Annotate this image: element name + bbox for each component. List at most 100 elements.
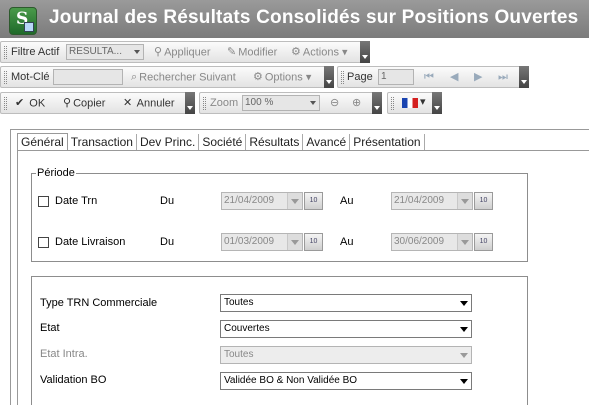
copy-button[interactable]: ⚲ Copier [63,96,105,111]
date-value: 30/06/2009 [394,236,445,247]
chevron-down-icon[interactable] [287,234,302,250]
state-select[interactable]: Couvertes [220,320,472,338]
close-icon: ✕ [123,97,133,109]
to-label: Au [340,236,354,248]
title-bar: S Journal des Résultats Consolidés sur P… [0,0,589,38]
tab-strip: Général Transaction Dev Princ. Société Résul… [17,133,425,151]
toolbar-grip[interactable] [341,71,344,84]
active-filter-value: RESULTA... [69,46,122,57]
intra-state-select: Toutes [220,346,472,364]
checkmark-icon: ✔ [15,97,25,109]
zoom-combo[interactable]: 100 % [242,95,320,111]
delivery-date-from-picker[interactable]: 01/03/2009 [221,233,303,251]
next-page-icon[interactable]: ▶ [474,70,482,85]
previous-page-icon[interactable]: ◀ [450,70,458,85]
zoom-value: 100 % [245,97,274,108]
delivery-date-checkbox[interactable] [38,237,49,248]
copy-filter-icon: ⚲ [63,97,72,109]
tab-presentation[interactable]: Présentation [350,134,425,151]
chevron-down-icon [457,347,471,363]
criteria-panel: Général Transaction Dev Princ. Société Résul… [10,129,589,405]
date-trn-from-picker[interactable]: 21/04/2009 [221,192,303,210]
toolbar-grip[interactable] [4,97,7,110]
page-label: Page [347,71,373,83]
last-page-icon[interactable]: ⏭ [498,70,508,85]
bo-validation-label: Validation BO [40,374,107,386]
toolbar-grip[interactable] [4,71,7,84]
page-number-input[interactable]: 1 [378,69,414,85]
trade-type-label: Type TRN Commerciale [40,297,158,309]
chevron-down-icon[interactable] [287,193,302,209]
toolbar-grip[interactable] [4,46,7,59]
calendar-icon[interactable]: 10 [474,233,493,251]
chevron-down-icon[interactable] [457,234,472,250]
tab-main-currency[interactable]: Dev Princ. [137,134,200,151]
actions-menu-button[interactable]: ⚙ Actions ▾ [291,45,348,60]
period-legend: Période [37,167,75,179]
chevron-down-icon[interactable] [457,295,471,311]
date-trn-label: Date Trn [55,195,98,207]
toolbar-overflow-button[interactable] [324,66,334,88]
french-flag-icon[interactable] [402,98,418,108]
search-next-button[interactable]: ⌕ Rechercher Suivant [131,70,236,85]
date-value: 01/03/2009 [224,236,275,247]
first-page-icon[interactable]: ⏮ [424,70,434,85]
date-trn-to-picker[interactable]: 21/04/2009 [391,192,473,210]
toolbar-overflow-button[interactable] [519,66,529,88]
chevron-down-icon[interactable] [131,45,143,59]
chevron-down-icon[interactable] [307,96,319,110]
search-toolbar: Mot-Clé ⌕ Rechercher Suivant ⚙ Options ▾ [0,66,334,88]
paging-toolbar: Page 1 ⏮ ◀ ▶ ⏭ [337,66,529,88]
filter-toolbar: Filtre Actif RESULTA... ⚲ Appliquer ✎ Modi… [0,41,370,63]
zoom-in-icon[interactable]: ⊕ [352,96,361,111]
to-label: Au [340,195,354,207]
chevron-down-icon[interactable] [457,193,472,209]
date-value: 21/04/2009 [394,195,445,206]
toolbar-overflow-button[interactable] [432,92,442,114]
zoom-toolbar: Zoom 100 % ⊖ ⊕ [199,92,382,114]
from-label: Du [160,195,175,207]
binoculars-icon: ⌕ [131,71,138,83]
intra-state-label: Etat Intra. [40,348,88,360]
tab-transaction[interactable]: Transaction [68,134,137,151]
toolbar-grip[interactable] [203,97,206,110]
window-title: Journal des Résultats Consolidés sur Pos… [49,7,579,28]
language-toolbar: ▾ [387,92,442,114]
apply-button[interactable]: ⚲ Appliquer [154,45,211,60]
cancel-button[interactable]: ✕ Annuler [123,96,175,111]
toolbar-overflow-button[interactable] [185,92,195,114]
chevron-down-icon[interactable] [457,321,471,337]
from-label: Du [160,236,175,248]
zoom-out-icon[interactable]: ⊖ [330,96,339,111]
delivery-date-to-picker[interactable]: 30/06/2009 [391,233,473,251]
toolbar-grip[interactable] [391,97,394,110]
tab-general[interactable]: Général [17,133,68,151]
calendar-icon[interactable]: 10 [304,192,323,210]
delivery-date-label: Date Livraison [55,236,126,248]
chevron-down-icon[interactable]: ▾ [420,95,426,110]
funnel-icon: ⚲ [154,46,163,58]
gear-icon: ⚙ [291,46,301,58]
calendar-icon[interactable]: 10 [474,192,493,210]
toolbar-overflow-button[interactable] [360,41,370,63]
gear-icon: ⚙ [253,71,263,83]
ok-button[interactable]: ✔ OK [15,96,45,111]
tab-company[interactable]: Société [199,134,247,151]
tab-results[interactable]: Résultats [246,134,304,151]
toolbar-overflow-button[interactable] [372,92,382,114]
calendar-icon[interactable]: 10 [304,233,323,251]
keyword-input[interactable] [53,69,123,85]
zoom-label: Zoom [210,97,239,109]
state-label: Etat [40,322,60,334]
modify-button[interactable]: ✎ Modifier [227,45,277,60]
chevron-down-icon[interactable] [457,373,471,389]
filter-label: Filtre Actif [11,46,60,58]
action-toolbar: ✔ OK ⚲ Copier ✕ Annuler [0,92,195,114]
options-menu-button[interactable]: ⚙ Options ▾ [253,70,311,85]
bo-validation-select[interactable]: Validée BO & Non Validée BO [220,372,472,390]
trade-type-select[interactable]: Toutes [220,294,472,312]
tab-advanced[interactable]: Avancé [303,134,351,151]
date-value: 21/04/2009 [224,195,275,206]
active-filter-combo[interactable]: RESULTA... [66,44,144,60]
date-trn-checkbox[interactable] [38,196,49,207]
